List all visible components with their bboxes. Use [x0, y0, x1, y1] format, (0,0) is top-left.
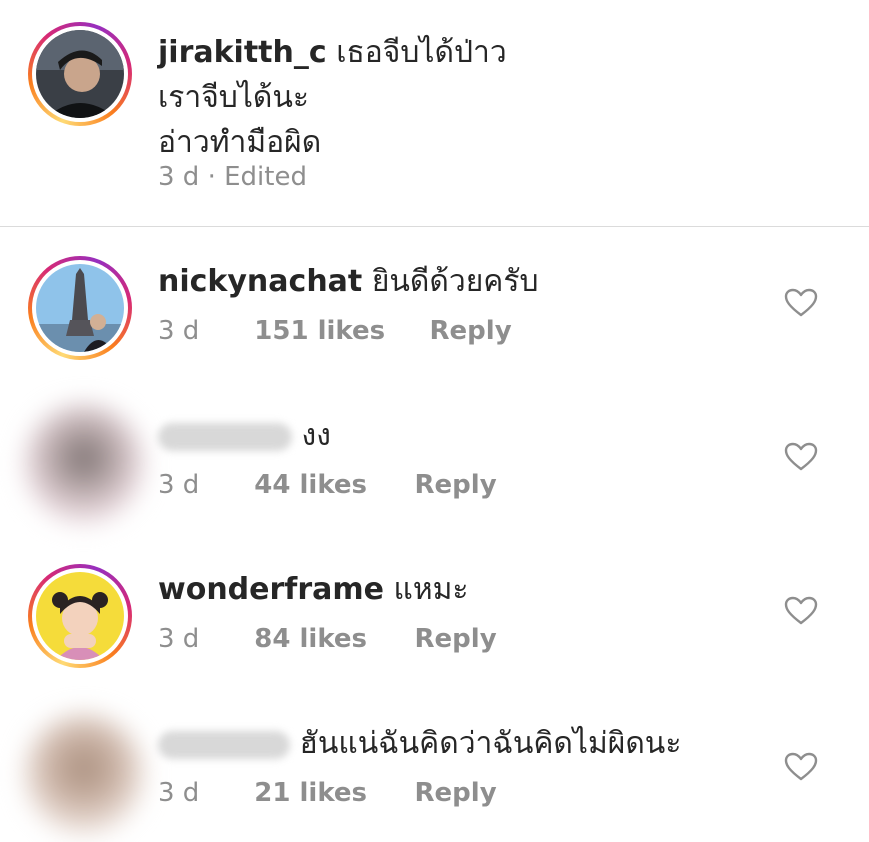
- caption-username[interactable]: jirakitth_c: [158, 35, 327, 70]
- comment-meta: 3 d 21 likes Reply: [158, 778, 497, 808]
- reply-button[interactable]: Reply: [415, 778, 497, 808]
- caption-separator: ·: [207, 162, 216, 192]
- commenter-avatar[interactable]: [28, 564, 132, 668]
- commenter-avatar[interactable]: [24, 404, 144, 524]
- comment-username[interactable]: wonderframe: [158, 572, 384, 607]
- reply-button[interactable]: Reply: [415, 470, 497, 500]
- comment-time: 3 d: [158, 624, 200, 654]
- caption-time: 3 d: [158, 162, 200, 192]
- comment-likes[interactable]: 21 likes: [254, 778, 406, 808]
- comment-time: 3 d: [158, 778, 200, 808]
- comment-meta: 3 d 84 likes Reply: [158, 624, 497, 654]
- commenter-avatar[interactable]: [24, 714, 144, 834]
- comment-likes[interactable]: 44 likes: [254, 470, 406, 500]
- reply-button[interactable]: Reply: [415, 624, 497, 654]
- post-caption: jirakitth_c เธอจีบได้ป่าว เราจีบได้นะ อ่…: [0, 0, 869, 227]
- comment-text: ฮันแน่ฉันคิดว่าฉันคิดไม่ผิดนะ: [299, 726, 682, 761]
- comment-username-redacted[interactable]: [158, 422, 292, 451]
- comment-text: แหมะ: [393, 572, 469, 607]
- comment-username[interactable]: nickynachat: [158, 264, 362, 299]
- comment-meta: 3 d 151 likes Reply: [158, 316, 512, 346]
- caption-line-3: อ่าวทำมือผิด: [158, 125, 322, 160]
- caption-edited-label: Edited: [224, 162, 307, 192]
- comment-time: 3 d: [158, 470, 200, 500]
- comment-username-redacted[interactable]: [158, 730, 290, 759]
- comment-likes[interactable]: 151 likes: [254, 316, 421, 346]
- comment-likes[interactable]: 84 likes: [254, 624, 406, 654]
- caption-line-2: เราจีบได้นะ: [158, 80, 310, 115]
- heart-outline-icon[interactable]: [784, 442, 818, 472]
- heart-outline-icon[interactable]: [784, 288, 818, 318]
- comment-text: ยินดีด้วยครับ: [371, 264, 539, 299]
- comment-meta: 3 d 44 likes Reply: [158, 470, 497, 500]
- reply-button[interactable]: Reply: [430, 316, 512, 346]
- comment-text: งง: [301, 418, 331, 453]
- heart-outline-icon[interactable]: [784, 596, 818, 626]
- caption-author-avatar[interactable]: [28, 22, 132, 126]
- caption-first-line: jirakitth_c เธอจีบได้ป่าว: [158, 30, 507, 75]
- heart-outline-icon[interactable]: [784, 752, 818, 782]
- caption-line-1: เธอจีบได้ป่าว: [336, 35, 507, 70]
- comment-time: 3 d: [158, 316, 200, 346]
- commenter-avatar[interactable]: [28, 256, 132, 360]
- caption-meta: 3 d · Edited: [158, 162, 307, 192]
